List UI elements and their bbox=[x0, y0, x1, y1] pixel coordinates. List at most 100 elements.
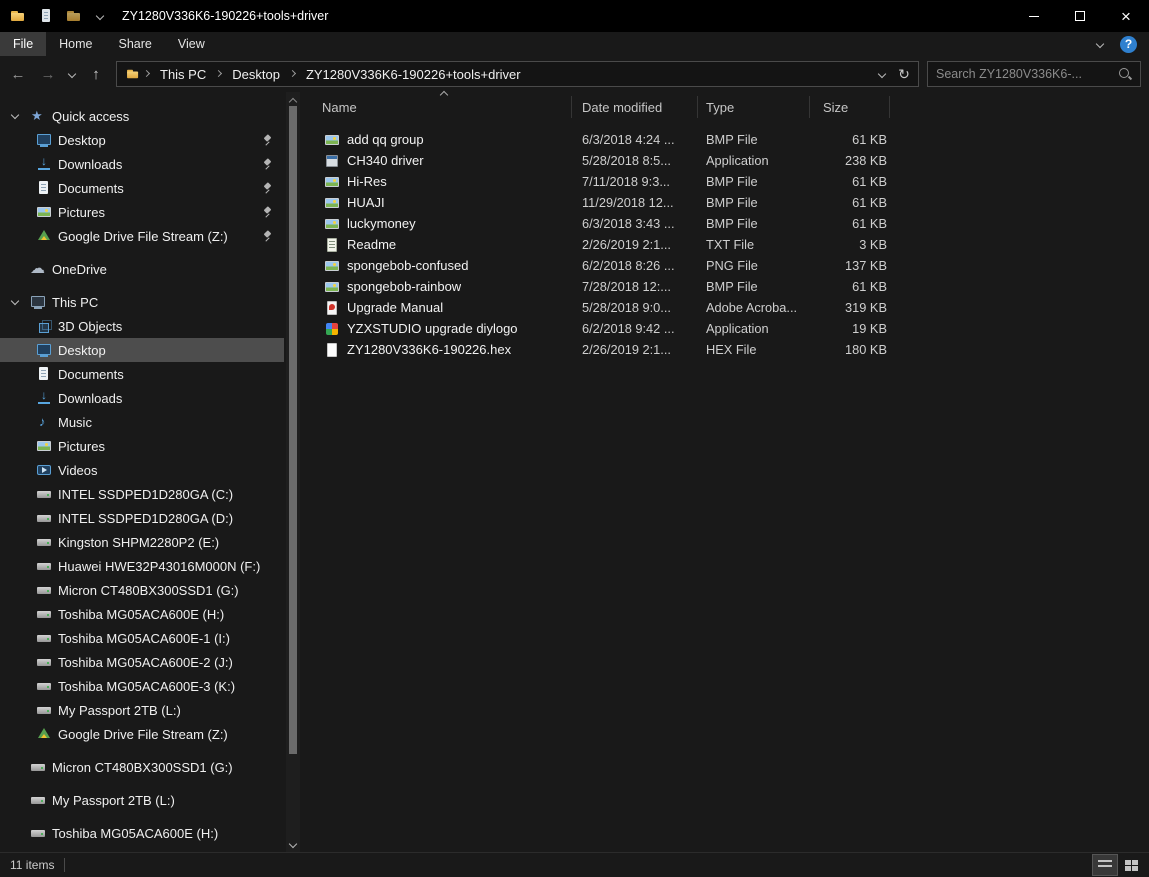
column-header-name[interactable]: Name bbox=[310, 96, 572, 118]
breadcrumb-item[interactable]: Desktop bbox=[213, 67, 287, 82]
sidebar-item[interactable]: OneDrive bbox=[0, 257, 284, 281]
sidebar-item[interactable]: Downloads bbox=[0, 152, 284, 176]
sidebar-item[interactable]: Desktop bbox=[0, 128, 284, 152]
file-row[interactable]: spongebob-confused 6/2/2018 8:26 ... PNG… bbox=[300, 255, 1149, 276]
recent-locations-button[interactable] bbox=[64, 60, 80, 88]
sidebar-item[interactable]: Toshiba MG05ACA600E (H:) bbox=[0, 821, 284, 845]
pin-icon bbox=[262, 134, 274, 147]
sidebar-item[interactable]: Videos bbox=[0, 458, 284, 482]
scroll-up-arrow-icon[interactable] bbox=[287, 94, 299, 106]
ribbon-tab[interactable]: Home bbox=[46, 32, 105, 56]
breadcrumb-item[interactable]: This PC bbox=[141, 67, 213, 82]
ribbon-tab[interactable]: File bbox=[0, 32, 46, 56]
file-date-modified: 2/26/2019 2:1... bbox=[572, 342, 698, 357]
sidebar-item[interactable]: Music bbox=[0, 410, 284, 434]
sidebar-item[interactable]: INTEL SSDPED1D280GA (D:) bbox=[0, 506, 284, 530]
sidebar-item[interactable]: Pictures bbox=[0, 434, 284, 458]
sidebar-item[interactable]: Toshiba MG05ACA600E-2 (J:) bbox=[0, 650, 284, 674]
back-button[interactable] bbox=[4, 60, 32, 88]
qat-new-folder-icon[interactable] bbox=[66, 8, 82, 24]
forward-button[interactable] bbox=[34, 60, 62, 88]
expander-chevron-icon[interactable] bbox=[8, 792, 24, 808]
sidebar-item[interactable]: Desktop bbox=[0, 338, 284, 362]
sidebar-item[interactable]: Toshiba MG05ACA600E (H:) bbox=[0, 602, 284, 626]
column-header-type[interactable]: Type bbox=[698, 96, 810, 118]
file-list-pane: Name Date modified Type Size bbox=[300, 92, 1149, 852]
sidebar-item[interactable]: My Passport 2TB (L:) bbox=[0, 788, 284, 812]
scroll-down-arrow-icon[interactable] bbox=[287, 838, 299, 850]
file-date-modified: 6/3/2018 3:43 ... bbox=[572, 216, 698, 231]
sidebar-item[interactable]: Micron CT480BX300SSD1 (G:) bbox=[0, 578, 284, 602]
file-row[interactable]: CH340 driver 5/28/2018 8:5... Applicatio… bbox=[300, 150, 1149, 171]
expander-chevron-icon[interactable] bbox=[8, 825, 24, 841]
sidebar-item-label: Desktop bbox=[58, 343, 106, 358]
sidebar-item[interactable]: Huawei HWE32P43016M000N (F:) bbox=[0, 554, 284, 578]
file-rows: add qq group 6/3/2018 4:24 ... BMP File … bbox=[300, 122, 1149, 360]
file-row[interactable]: HUAJI 11/29/2018 12... BMP File 61 KB bbox=[300, 192, 1149, 213]
expander-chevron-icon[interactable] bbox=[8, 294, 24, 310]
qat-properties-icon[interactable] bbox=[38, 8, 54, 24]
sidebar-item[interactable]: My Passport 2TB (L:) bbox=[0, 698, 284, 722]
thumbnails-view-button[interactable] bbox=[1119, 855, 1143, 875]
minimize-button[interactable] bbox=[1011, 0, 1057, 32]
expander-chevron-icon[interactable] bbox=[8, 759, 24, 775]
file-type-icon bbox=[324, 216, 340, 232]
expand-ribbon-chevron-icon[interactable] bbox=[1094, 38, 1106, 50]
maximize-button[interactable] bbox=[1057, 0, 1103, 32]
address-history-caret-icon[interactable] bbox=[876, 68, 888, 80]
up-button[interactable] bbox=[82, 60, 110, 88]
ribbon-tab[interactable]: View bbox=[165, 32, 218, 56]
refresh-icon bbox=[898, 66, 910, 83]
close-button[interactable] bbox=[1103, 0, 1149, 32]
file-row[interactable]: Upgrade Manual 5/28/2018 9:0... Adobe Ac… bbox=[300, 297, 1149, 318]
qat-customize-caret-icon[interactable] bbox=[94, 10, 106, 22]
file-row[interactable]: YZXSTUDIO upgrade diylogo 6/2/2018 9:42 … bbox=[300, 318, 1149, 339]
sidebar-item[interactable]: 3D Objects bbox=[0, 314, 284, 338]
sidebar-item[interactable]: Toshiba MG05ACA600E-3 (K:) bbox=[0, 674, 284, 698]
sidebar-item[interactable]: Downloads bbox=[0, 386, 284, 410]
file-row[interactable]: spongebob-rainbow 7/28/2018 12:... BMP F… bbox=[300, 276, 1149, 297]
ribbon-tab[interactable]: Share bbox=[106, 32, 165, 56]
breadcrumb-item[interactable]: ZY1280V336K6-190226+tools+driver bbox=[287, 67, 528, 82]
sidebar-item[interactable]: Google Drive File Stream (Z:) bbox=[0, 722, 284, 746]
expander-chevron-icon[interactable] bbox=[8, 108, 24, 124]
sidebar-item[interactable]: Google Drive File Stream (Z:) bbox=[0, 224, 284, 248]
file-type-icon bbox=[324, 195, 340, 211]
sidebar-item-icon bbox=[36, 726, 52, 742]
file-row[interactable]: Hi-Res 7/11/2018 9:3... BMP File 61 KB bbox=[300, 171, 1149, 192]
file-row[interactable]: add qq group 6/3/2018 4:24 ... BMP File … bbox=[300, 129, 1149, 150]
sidebar-scrollbar[interactable] bbox=[286, 92, 300, 852]
sidebar-item-label: Kingston SHPM2280P2 (E:) bbox=[58, 535, 219, 550]
sidebar-item-icon bbox=[36, 228, 52, 244]
file-row[interactable]: Readme 2/26/2019 2:1... TXT File 3 KB bbox=[300, 234, 1149, 255]
sidebar-item[interactable]: Kingston SHPM2280P2 (E:) bbox=[0, 530, 284, 554]
sidebar-item-icon bbox=[36, 678, 52, 694]
sidebar-item[interactable]: Documents bbox=[0, 362, 284, 386]
expander-chevron-icon[interactable] bbox=[8, 261, 24, 277]
items-count: 11 items bbox=[10, 858, 54, 872]
address-bar[interactable]: This PC Desktop ZY1280V336K6-190226+tool… bbox=[116, 61, 919, 87]
sidebar-item[interactable]: Quick access bbox=[0, 104, 284, 128]
sidebar-item[interactable]: Toshiba MG05ACA600E-1 (I:) bbox=[0, 626, 284, 650]
search-icon[interactable] bbox=[1118, 67, 1132, 81]
sidebar-item[interactable]: INTEL SSDPED1D280GA (C:) bbox=[0, 482, 284, 506]
sidebar-item[interactable]: Pictures bbox=[0, 200, 284, 224]
help-icon[interactable] bbox=[1120, 36, 1137, 53]
file-name-cell: luckymoney bbox=[310, 216, 572, 232]
sidebar-item[interactable]: This PC bbox=[0, 290, 284, 314]
sidebar-item-label: Google Drive File Stream (Z:) bbox=[58, 229, 228, 244]
refresh-button[interactable] bbox=[894, 64, 914, 84]
details-view-button[interactable] bbox=[1093, 855, 1117, 875]
sidebar-item[interactable]: Documents bbox=[0, 176, 284, 200]
sidebar-scrollbar-thumb[interactable] bbox=[289, 106, 297, 754]
column-header-size[interactable]: Size bbox=[810, 96, 890, 118]
column-header-date-modified[interactable]: Date modified bbox=[572, 96, 698, 118]
file-type: HEX File bbox=[698, 342, 810, 357]
window-controls bbox=[1011, 0, 1149, 32]
sidebar-item[interactable]: Micron CT480BX300SSD1 (G:) bbox=[0, 755, 284, 779]
file-row[interactable]: ZY1280V336K6-190226.hex 2/26/2019 2:1...… bbox=[300, 339, 1149, 360]
search-box[interactable] bbox=[927, 61, 1141, 87]
file-name-cell: ZY1280V336K6-190226.hex bbox=[310, 342, 572, 358]
search-input[interactable] bbox=[936, 67, 1118, 81]
file-row[interactable]: luckymoney 6/3/2018 3:43 ... BMP File 61… bbox=[300, 213, 1149, 234]
